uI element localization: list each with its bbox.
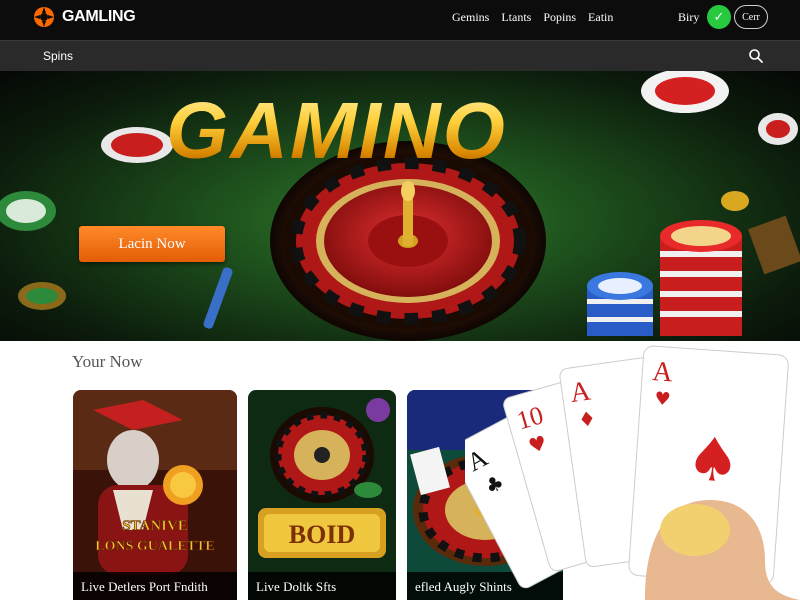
chip-right-red [758, 113, 798, 145]
playing-cards: A ♣ 10 ♥ A ♦ A ♥ ♠ [465, 345, 800, 600]
search-icon[interactable] [748, 48, 764, 64]
check-button[interactable]: ✓ [707, 5, 731, 29]
game-card[interactable]: BOID Live Doltk Sfts [248, 390, 396, 600]
card-art-title: STANIVE [122, 518, 188, 534]
chip-left-bottom [18, 282, 66, 310]
nav-item-eatin[interactable]: Eatin [588, 10, 613, 25]
nav-item-gemins[interactable]: Gemins [452, 10, 489, 25]
gold-coin [721, 191, 749, 211]
game-card-art: BOID [248, 390, 396, 600]
game-card-art: STANIVE LONS GUALETTE [73, 390, 237, 600]
chip-left-green [0, 191, 56, 231]
logo-text: GAMLING [62, 8, 136, 25]
svg-text:♠: ♠ [684, 424, 743, 498]
hero-banner: GAMINO Lacin Now [0, 71, 800, 341]
svg-text:♦: ♦ [576, 406, 597, 432]
card-art-subtitle: LONS GUALETTE [95, 539, 214, 554]
spins-link[interactable]: Spins [43, 49, 73, 63]
chip-top-right [641, 71, 729, 113]
chip-stack-red [660, 220, 742, 336]
top-navbar: GAMLING Gemins Ltants Popins Eatin Biry … [0, 0, 800, 40]
sub-navbar: Spins [0, 40, 800, 71]
nav-item-popins[interactable]: Popins [543, 10, 576, 25]
main-nav: Gemins Ltants Popins Eatin [452, 10, 613, 25]
buy-link[interactable]: Biry [678, 10, 699, 25]
hero-title: GAMINO [166, 86, 507, 175]
game-card[interactable]: STANIVE LONS GUALETTE Live Detlers Port … [73, 390, 237, 600]
section-title: Your Now [72, 352, 143, 371]
card-caption: Live Doltk Sfts [248, 572, 396, 600]
logo-icon [34, 7, 54, 27]
card-back [747, 215, 800, 275]
chip-stack-blue [587, 272, 653, 336]
card-caption: Live Detlers Port Fndith [73, 572, 237, 600]
account-button[interactable]: Cerr [734, 5, 768, 29]
nav-item-ltants[interactable]: Ltants [501, 10, 531, 25]
check-icon: ✓ [713, 9, 725, 24]
svg-text:A: A [651, 356, 674, 388]
logo[interactable]: GAMLING [32, 5, 136, 29]
card-art-title: BOID [289, 520, 355, 549]
svg-text:♥: ♥ [654, 388, 672, 410]
hero-cta-button[interactable]: Lacin Now [79, 226, 225, 262]
chip-falling [203, 267, 233, 329]
playing-cards-art: A ♣ 10 ♥ A ♦ A ♥ ♠ [465, 340, 800, 600]
chip-left-top [101, 127, 173, 163]
thumbnail [660, 504, 730, 556]
